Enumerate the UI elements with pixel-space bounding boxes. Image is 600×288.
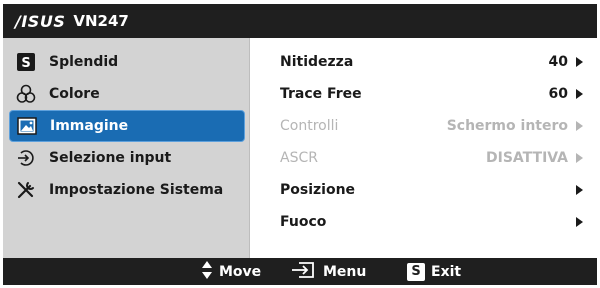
menu-hint: Menu [291, 258, 366, 285]
setting-value: Schermo intero [446, 118, 568, 134]
setting-label: Fuoco [280, 214, 327, 230]
sidebar: S Splendid Colore Immagine Selezione inp… [3, 38, 249, 258]
setting-label: ASCR [280, 150, 318, 166]
tools-icon [15, 179, 37, 201]
chevron-right-icon [576, 185, 583, 195]
menu-label: Menu [323, 263, 367, 280]
up-down-arrows-icon [201, 260, 213, 284]
setting-label: Nitidezza [280, 54, 354, 70]
setting-row-nitidezza[interactable]: Nitidezza 40 [250, 46, 597, 78]
exit-label: Exit [431, 263, 462, 280]
brand-logo: /ISUS [15, 11, 66, 31]
sidebar-item-colore[interactable]: Colore [9, 78, 245, 110]
setting-row-posizione[interactable]: Posizione [250, 174, 597, 206]
osd-menu: /ISUS VN247 S Splendid Colore Immagine S… [3, 4, 597, 285]
setting-row-controlli: Controlli Schermo intero [250, 110, 597, 142]
sidebar-item-splendid[interactable]: S Splendid [9, 46, 245, 78]
sidebar-item-label: Impostazione Sistema [49, 182, 224, 198]
setting-row-ascr: ASCR DISATTIVA [250, 142, 597, 174]
sidebar-item-immagine[interactable]: Immagine [9, 110, 245, 142]
splendid-s-icon: S [15, 51, 37, 73]
setting-value: 60 [548, 86, 568, 102]
chevron-right-icon [576, 89, 583, 99]
chevron-right-icon [576, 153, 583, 163]
sidebar-item-selezione-input[interactable]: Selezione input [9, 142, 245, 174]
sidebar-item-label: Colore [49, 86, 100, 102]
sidebar-item-label: Selezione input [49, 150, 172, 166]
s-key-icon: S [407, 262, 425, 281]
hint-bar: Move Menu S Exit [3, 258, 597, 285]
chevron-right-icon [576, 57, 583, 67]
move-label: Move [219, 263, 262, 280]
model-name: VN247 [73, 12, 129, 30]
color-circles-icon [15, 83, 37, 105]
sidebar-item-label: Splendid [49, 54, 119, 70]
enter-icon [291, 261, 317, 283]
setting-value: DISATTIVA [485, 150, 568, 166]
input-arrow-icon [15, 147, 37, 169]
image-icon [16, 115, 38, 137]
chevron-right-icon [576, 121, 583, 131]
move-hint: Move [201, 258, 261, 285]
svg-text:S: S [21, 56, 30, 71]
setting-value: 40 [548, 54, 568, 70]
setting-label: Controlli [280, 118, 339, 134]
sidebar-item-impostazione-sistema[interactable]: Impostazione Sistema [9, 174, 245, 206]
setting-row-trace-free[interactable]: Trace Free 60 [250, 78, 597, 110]
setting-row-fuoco[interactable]: Fuoco [250, 206, 597, 238]
setting-label: Trace Free [280, 86, 362, 102]
chevron-right-icon [576, 217, 583, 227]
title-bar: /ISUS VN247 [3, 4, 597, 38]
settings-panel: Nitidezza 40 Trace Free 60 Controlli Sch… [249, 38, 597, 258]
exit-hint: S Exit [407, 258, 461, 285]
sidebar-item-label: Immagine [50, 118, 129, 134]
setting-label: Posizione [280, 182, 356, 198]
